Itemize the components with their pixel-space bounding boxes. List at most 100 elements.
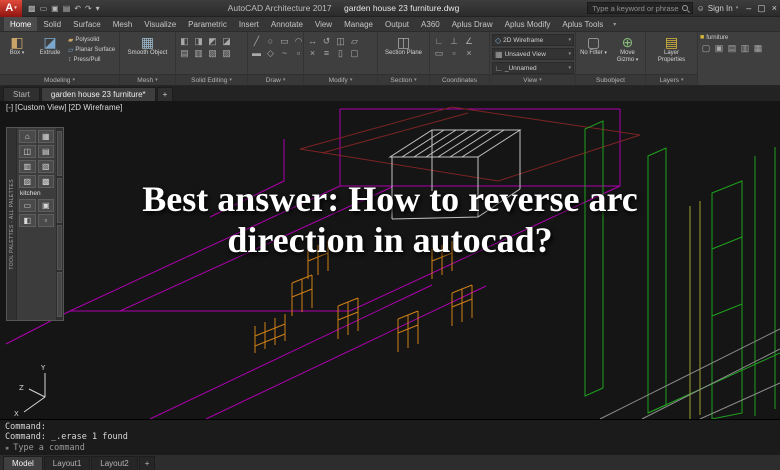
extrude-tool-button[interactable]: ◪ Extrude [35,34,65,57]
tab-layout1[interactable]: Layout1 [44,456,90,470]
spline-icon[interactable]: ~ [278,48,291,59]
move-gizmo-button[interactable]: ⊕ Move Gizmo ▾ [612,34,643,64]
ribbon-tab-insert[interactable]: Insert [233,17,265,31]
smooth-object-button[interactable]: ▦ Smooth Object [126,34,170,57]
tab-start[interactable]: Start [3,87,40,101]
ribbon-tab-annotate[interactable]: Annotate [265,17,309,31]
undo-icon[interactable]: ↶ [74,4,81,13]
arc-icon[interactable]: ◠ [292,36,303,47]
new-file-icon[interactable]: ▩ [28,4,36,13]
palette-tab[interactable] [57,131,62,176]
ribbon-tab-output[interactable]: Output [379,17,415,31]
planar-surface-button[interactable]: ▱Planar Surface [68,46,115,54]
panel-label-solid-editing[interactable]: Solid Editing▾ [176,74,247,85]
command-input[interactable]: ▪ Type a command [5,442,775,453]
ucs-z-axis-icon[interactable]: ∠ [462,36,476,47]
ribbon-tab-aplus-draw[interactable]: Aplus Draw [446,17,499,31]
fillet-edge-icon[interactable]: ▤ [178,48,191,59]
mirror-icon[interactable]: ◫ [334,36,347,47]
group-icon[interactable]: ▥ [739,43,751,54]
circle-icon[interactable]: ○ [264,36,277,47]
taper-face-icon[interactable]: ▥ [192,48,205,59]
array-icon[interactable]: ≡ [320,48,333,59]
ribbon-tab-aplus-tools[interactable]: Aplus Tools [556,17,609,31]
search-box[interactable]: Type a keyword or phrase [587,2,692,14]
ribbon-tab-a360[interactable]: A360 [415,17,446,31]
ucs-world-icon[interactable]: ⊥ [447,36,461,47]
ucs-name-dropdown[interactable]: ∟ _Unnamed ▾ [492,62,574,74]
line-icon[interactable]: ╱ [250,36,263,47]
measure-icon[interactable]: ▦ [752,43,764,54]
trim-icon[interactable]: ▯ [334,48,347,59]
open-file-icon[interactable]: ▭ [40,4,48,13]
panel-label-draw[interactable]: Draw▾ [248,74,303,85]
ribbon-tab-surface[interactable]: Surface [67,17,107,31]
sign-in-button[interactable]: ☺ Sign In ▾ [697,4,739,13]
ribbon-tab-home[interactable]: Home [4,17,37,31]
palette-tab[interactable] [57,272,62,317]
panel-label-section[interactable]: Section▾ [378,74,429,85]
palette-block-thumbnail[interactable]: ▥ [19,160,36,173]
panel-label-mesh[interactable]: Mesh▾ [120,74,175,85]
ribbon-tab-solid[interactable]: Solid [37,17,67,31]
new-drawing-tab-button[interactable]: + [157,87,174,101]
command-line-window[interactable]: Command: Command: _.erase 1 found ▪ Type… [0,419,780,455]
rectangle-icon[interactable]: ▭ [278,36,291,47]
point-icon[interactable]: ▫ [292,48,303,59]
furniture-block-button[interactable]: ■ furniture [700,34,728,41]
polygon-icon[interactable]: ◇ [264,48,277,59]
section-plane-button[interactable]: ◫ Section Plane [383,34,425,57]
search-icon[interactable] [682,5,688,11]
panel-label-view[interactable]: View▾ [490,74,575,85]
palette-block-thumbnail[interactable]: ◫ [19,145,36,158]
ribbon-tab-view[interactable]: View [309,17,338,31]
palette-block-thumbnail[interactable]: ⌂ [19,130,36,143]
redo-icon[interactable]: ↷ [85,4,92,13]
visual-style-dropdown[interactable]: ◇ 2D Wireframe ▾ [492,34,574,46]
panel-label-modify[interactable]: Modify▾ [304,74,377,85]
ribbon-tab-aplus-modify[interactable]: Aplus Modify [499,17,557,31]
shell-icon[interactable]: ▧ [206,48,219,59]
layer-properties-button[interactable]: ▤ Layer Properties [651,34,693,64]
polysolid-button[interactable]: ▰Polysolid [68,36,115,44]
tab-layout2[interactable]: Layout2 [91,456,137,470]
qat-dropdown-icon[interactable]: ▾ [96,4,100,13]
union-icon[interactable]: ◧ [178,36,191,47]
attribute-icon[interactable]: ▤ [726,43,738,54]
viewport-view-control[interactable]: [Custom View] [15,103,66,112]
intersect-icon[interactable]: ◩ [206,36,219,47]
ribbon-tab-parametric[interactable]: Parametric [182,17,233,31]
close-button[interactable]: × [772,3,777,14]
minimize-button[interactable]: – [746,3,751,14]
polyline-icon[interactable]: ▬ [250,48,263,59]
ribbon-tab-mesh[interactable]: Mesh [107,17,139,31]
panel-label-layers[interactable]: Layers▾ [646,74,697,85]
ucs-view-icon[interactable]: ▭ [432,48,446,59]
viewport-visual-style-control[interactable]: [2D Wireframe] [69,103,123,112]
ribbon-tab-visualize[interactable]: Visualize [138,17,182,31]
new-layout-button[interactable]: + [139,456,156,470]
rotate-icon[interactable]: ↺ [320,36,333,47]
ucs-previous-icon[interactable]: × [462,48,476,59]
tab-model[interactable]: Model [3,456,43,470]
box-tool-button[interactable]: ◧ Box ▾ [2,34,32,57]
maximize-button[interactable]: ▢ [757,3,766,14]
erase-icon[interactable]: × [306,48,319,59]
plot-icon[interactable]: ▤ [63,4,71,13]
ribbon-options-icon[interactable]: ▾ [609,17,620,31]
block-icon[interactable]: ▢ [700,43,712,54]
named-view-dropdown[interactable]: ▦ Unsaved View ▾ [492,48,574,60]
no-filter-button[interactable]: ▢ No Filter ▾ [578,34,609,57]
drawing-canvas[interactable]: Y Z X [-] [Custom View] [2D Wireframe] T… [0,101,780,419]
palette-block-thumbnail[interactable]: ▤ [38,145,55,158]
move-icon[interactable]: ↔ [306,36,319,47]
viewport-menu-button[interactable]: [-] [6,103,13,112]
panel-label-modeling[interactable]: Modeling▾ [0,74,119,85]
save-file-icon[interactable]: ▣ [51,4,59,13]
tab-drawing[interactable]: garden house 23 furniture* [41,87,156,101]
offset-icon[interactable]: ▱ [348,36,361,47]
check-icon[interactable]: ▨ [220,48,233,59]
subtract-icon[interactable]: ◨ [192,36,205,47]
ucs-icon[interactable]: ∟ [432,36,446,47]
palette-block-thumbnail[interactable]: ▧ [38,160,55,173]
